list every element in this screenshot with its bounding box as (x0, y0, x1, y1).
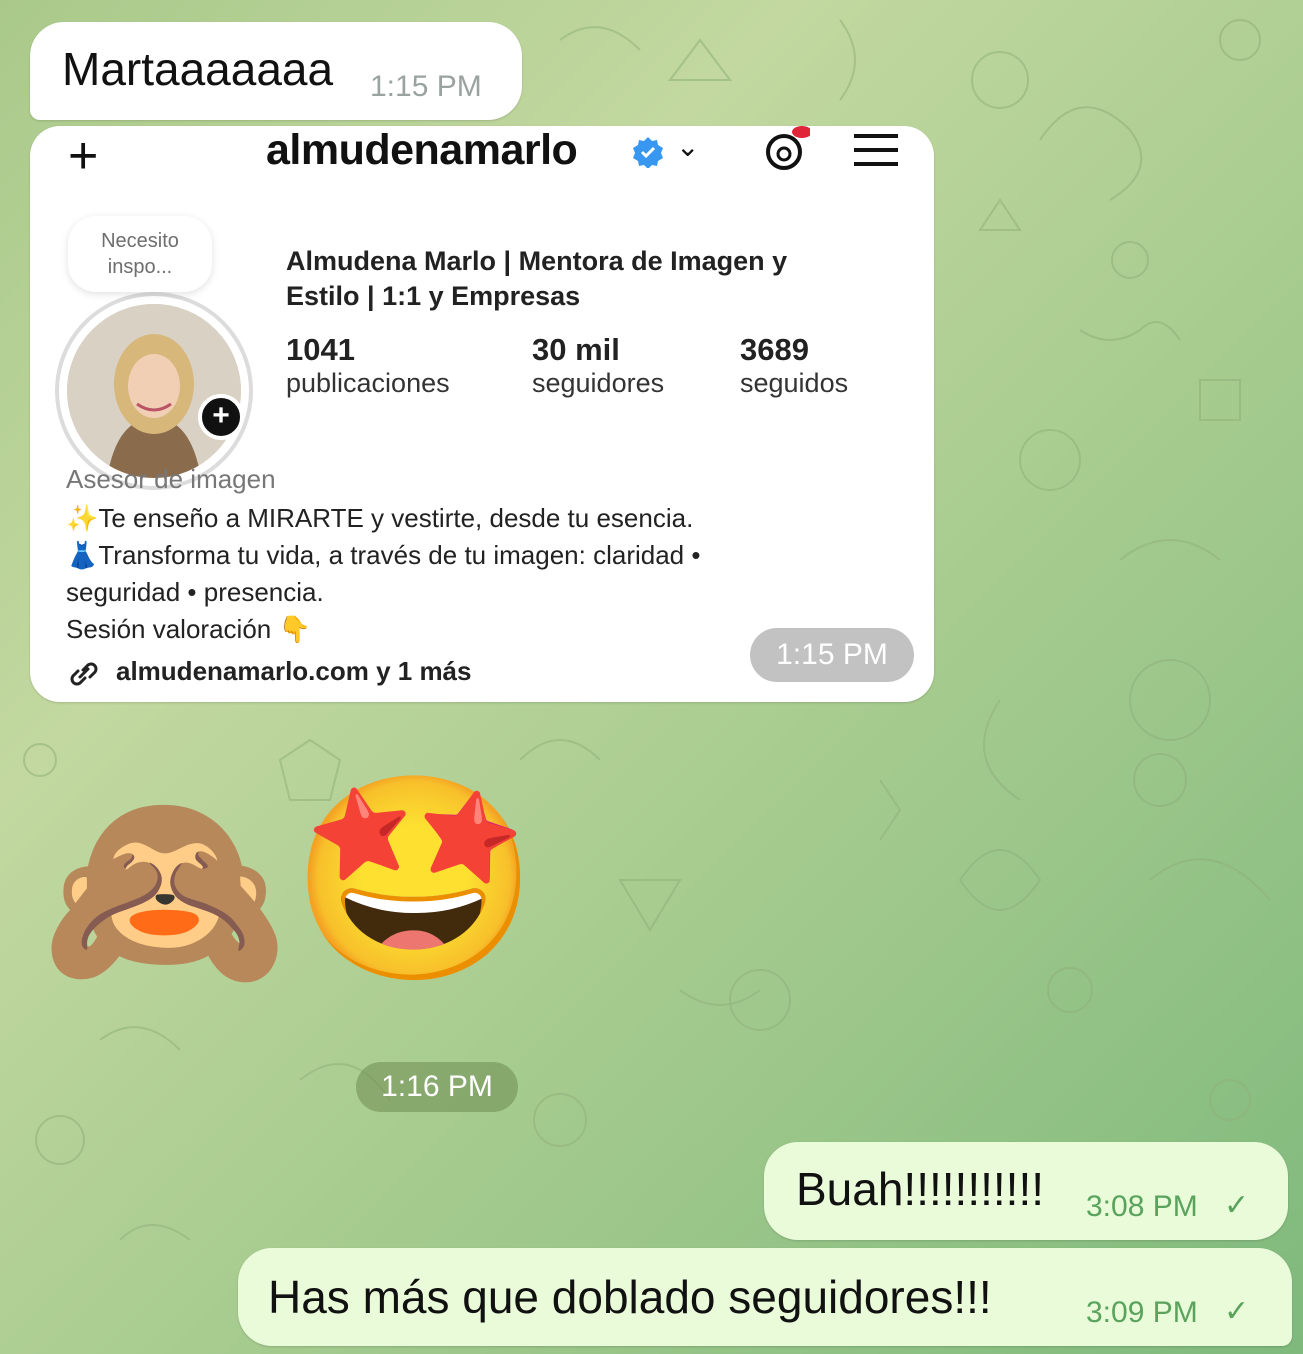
stat-label: seguidos (740, 368, 849, 398)
message-time: 3:08 PM (1086, 1190, 1198, 1223)
stat-followers: 30 mil seguidores (532, 332, 664, 399)
stat-posts: 1041 publicaciones (286, 332, 450, 399)
sent-check-icon: ✓ (1224, 1295, 1250, 1328)
bio-line: ✨Te enseño a MIRARTE y vestirte, desde t… (66, 503, 694, 533)
bio-line: 👗Transforma tu vida, a través de tu imag… (66, 540, 701, 570)
stat-label: seguidores (532, 368, 665, 398)
ig-bio: ✨Te enseño a MIRARTE y vestirte, desde t… (66, 500, 866, 648)
verified-badge-icon (633, 137, 663, 168)
message-text: Has más que doblado seguidores!!! (268, 1271, 992, 1323)
image-message-instagram-screenshot[interactable]: + almudenamarlo ⌄ Necesito inspo... + Al… (30, 126, 934, 702)
emoji-see-no-evil-monkey[interactable]: 🙈 (40, 790, 289, 990)
threads-icon (766, 126, 810, 170)
ig-note-bubble: Necesito inspo... (68, 216, 212, 292)
message-text: Buah!!!!!!!!!!! (796, 1163, 1045, 1215)
message-text: Martaaaaaaa (62, 43, 334, 95)
stat-label: publicaciones (286, 368, 450, 398)
bio-line: Sesión valoración 👇 (66, 614, 311, 644)
ig-category: Asesor de imagen (66, 464, 276, 494)
stat-value: 30 mil (532, 332, 620, 367)
stat-value: 1041 (286, 332, 355, 367)
ig-menu-icon (854, 134, 898, 166)
outgoing-message-bubble[interactable]: Buah!!!!!!!!!!! 3:08 PM ✓ (764, 1142, 1288, 1240)
bio-line: seguridad • presencia. (66, 577, 324, 607)
stat-following: 3689 seguidos (740, 332, 848, 399)
sent-check-icon: ✓ (1224, 1189, 1250, 1222)
message-time: 1:15 PM (370, 70, 482, 103)
link-icon (70, 662, 98, 686)
avatar (67, 304, 241, 478)
time-pill: 1:16 PM (356, 1062, 518, 1112)
ig-link: almudenamarlo.com y 1 más (116, 656, 472, 686)
outgoing-message-bubble[interactable]: Has más que doblado seguidores!!! 3:09 P… (238, 1248, 1292, 1346)
stat-value: 3689 (740, 332, 809, 367)
ig-username: almudenamarlo (266, 126, 578, 174)
ig-full-name: Almudena Marlo | Mentora de Imagen y Est… (286, 246, 788, 311)
incoming-message-bubble[interactable]: Martaaaaaaa 1:15 PM (30, 22, 522, 120)
ig-chevron-down-icon: ⌄ (676, 131, 700, 162)
ig-plus-icon: + (68, 127, 99, 185)
emoji-star-struck[interactable]: 🤩 (290, 780, 539, 980)
message-time: 3:09 PM (1086, 1296, 1198, 1329)
add-story-icon: + (198, 394, 244, 440)
image-message-time: 1:15 PM (750, 628, 914, 682)
